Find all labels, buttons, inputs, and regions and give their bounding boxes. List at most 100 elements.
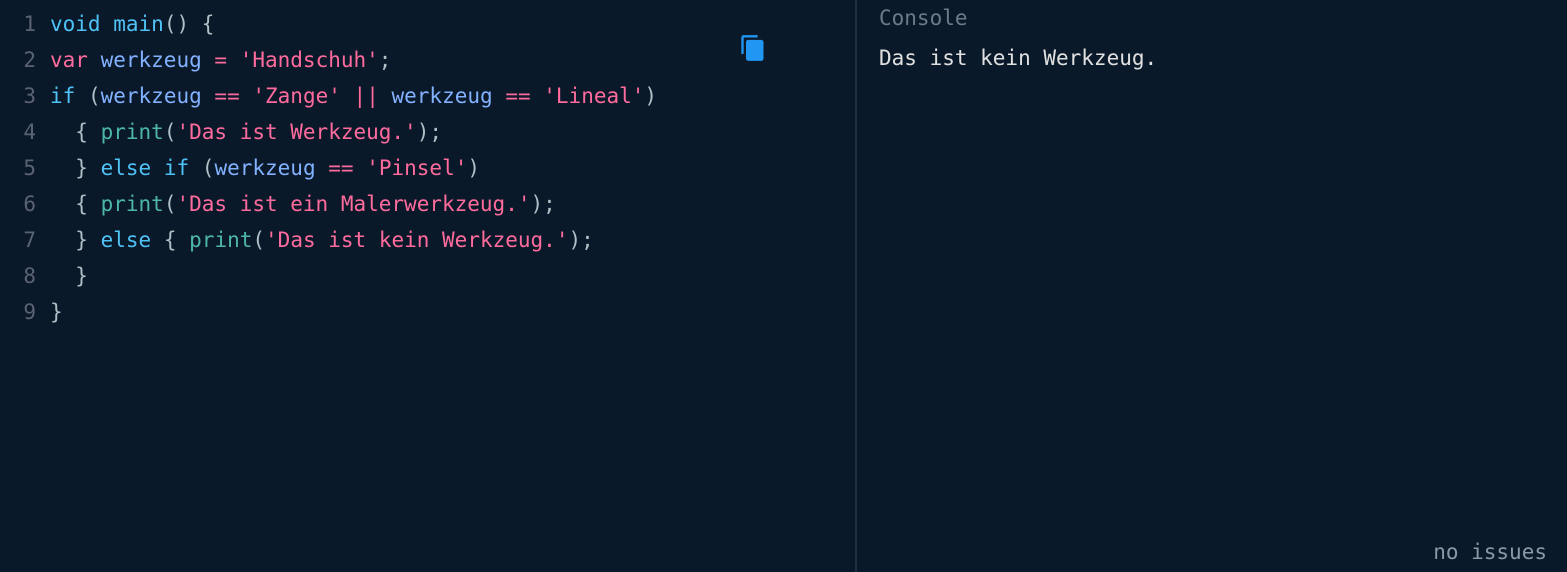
code-token xyxy=(50,228,75,252)
code-token xyxy=(531,84,544,108)
code-token: if xyxy=(50,84,75,108)
code-token: ) xyxy=(417,120,430,144)
code-token: ; xyxy=(429,120,442,144)
code-token: { xyxy=(75,120,88,144)
line-content[interactable]: { print('Das ist ein Malerwerkzeug.'); xyxy=(50,186,556,222)
code-token: 'Zange' xyxy=(252,84,341,108)
code-token xyxy=(202,84,215,108)
line-number: 3 xyxy=(0,78,50,114)
code-token: ; xyxy=(581,228,594,252)
line-content[interactable]: { print('Das ist Werkzeug.'); xyxy=(50,114,442,150)
code-token xyxy=(227,48,240,72)
code-token: ; xyxy=(543,192,556,216)
code-token xyxy=(50,192,75,216)
code-token: ( xyxy=(164,192,177,216)
code-token: || xyxy=(354,84,379,108)
copy-button[interactable] xyxy=(739,34,767,62)
code-line[interactable]: 9} xyxy=(0,294,855,330)
code-editor-pane[interactable]: 1void main() {2var werkzeug = 'Handschuh… xyxy=(0,0,855,572)
code-token xyxy=(493,84,506,108)
code-line[interactable]: 4 { print('Das ist Werkzeug.'); xyxy=(0,114,855,150)
line-number: 4 xyxy=(0,114,50,150)
line-number: 9 xyxy=(0,294,50,330)
code-line[interactable]: 6 { print('Das ist ein Malerwerkzeug.'); xyxy=(0,186,855,222)
code-token xyxy=(354,156,367,180)
line-content[interactable]: if (werkzeug == 'Zange' || werkzeug == '… xyxy=(50,78,657,114)
line-content[interactable]: void main() { xyxy=(50,6,214,42)
code-token: werkzeug xyxy=(101,48,202,72)
code-token: () xyxy=(164,12,189,36)
code-token: } xyxy=(75,156,88,180)
status-bar: no issues xyxy=(879,540,1547,564)
code-token: } xyxy=(75,264,88,288)
code-token: == xyxy=(328,156,353,180)
code-token xyxy=(50,264,75,288)
code-area[interactable]: 1void main() {2var werkzeug = 'Handschuh… xyxy=(0,6,855,330)
line-content[interactable]: } xyxy=(50,258,88,294)
code-token xyxy=(341,84,354,108)
code-token: ( xyxy=(88,84,101,108)
line-content[interactable]: } else if (werkzeug == 'Pinsel') xyxy=(50,150,480,186)
line-number: 7 xyxy=(0,222,50,258)
line-number: 2 xyxy=(0,42,50,78)
code-token: main xyxy=(113,12,164,36)
code-token xyxy=(316,156,329,180)
code-token: print xyxy=(189,228,252,252)
code-line[interactable]: 2var werkzeug = 'Handschuh'; xyxy=(0,42,855,78)
code-token: if xyxy=(164,156,189,180)
code-line[interactable]: 3if (werkzeug == 'Zange' || werkzeug == … xyxy=(0,78,855,114)
code-token: print xyxy=(101,192,164,216)
code-token: 'Das ist Werkzeug.' xyxy=(176,120,416,144)
code-token xyxy=(88,48,101,72)
code-token: void xyxy=(50,12,101,36)
code-token: { xyxy=(164,228,177,252)
code-line[interactable]: 1void main() { xyxy=(0,6,855,42)
code-token xyxy=(151,228,164,252)
code-token: var xyxy=(50,48,88,72)
code-token: 'Lineal' xyxy=(543,84,644,108)
line-content[interactable]: } else { print('Das ist kein Werkzeug.')… xyxy=(50,222,594,258)
code-token xyxy=(88,120,101,144)
code-token xyxy=(240,84,253,108)
code-token: 'Handschuh' xyxy=(240,48,379,72)
code-token xyxy=(177,228,190,252)
code-token: { xyxy=(202,12,215,36)
code-token: 'Das ist kein Werkzeug.' xyxy=(265,228,568,252)
code-token xyxy=(88,192,101,216)
code-token: else xyxy=(101,156,152,180)
copy-icon xyxy=(739,34,767,62)
code-token: ) xyxy=(531,192,544,216)
code-token xyxy=(379,84,392,108)
code-token: ; xyxy=(379,48,392,72)
line-content[interactable]: var werkzeug = 'Handschuh'; xyxy=(50,42,391,78)
line-number: 8 xyxy=(0,258,50,294)
code-token: ) xyxy=(568,228,581,252)
code-line[interactable]: 8 } xyxy=(0,258,855,294)
code-token: ( xyxy=(252,228,265,252)
code-token: } xyxy=(75,228,88,252)
code-token: 'Das ist ein Malerwerkzeug.' xyxy=(176,192,530,216)
code-line[interactable]: 7 } else { print('Das ist kein Werkzeug.… xyxy=(0,222,855,258)
code-token xyxy=(88,228,101,252)
code-token: werkzeug xyxy=(214,156,315,180)
line-number: 1 xyxy=(0,6,50,42)
code-token: == xyxy=(214,84,239,108)
code-token: else xyxy=(101,228,152,252)
code-token xyxy=(88,156,101,180)
code-token xyxy=(151,156,164,180)
console-pane: Console Das ist kein Werkzeug. no issues xyxy=(857,0,1567,572)
code-token xyxy=(189,12,202,36)
code-token: print xyxy=(101,120,164,144)
code-token: } xyxy=(50,300,63,324)
code-token: werkzeug xyxy=(392,84,493,108)
code-token xyxy=(50,120,75,144)
code-token xyxy=(101,12,114,36)
code-line[interactable]: 5 } else if (werkzeug == 'Pinsel') xyxy=(0,150,855,186)
code-token: ) xyxy=(644,84,657,108)
line-content[interactable]: } xyxy=(50,294,63,330)
code-token xyxy=(50,156,75,180)
code-token: werkzeug xyxy=(101,84,202,108)
console-output: Das ist kein Werkzeug. xyxy=(879,46,1547,70)
code-token: = xyxy=(214,48,227,72)
code-token xyxy=(189,156,202,180)
